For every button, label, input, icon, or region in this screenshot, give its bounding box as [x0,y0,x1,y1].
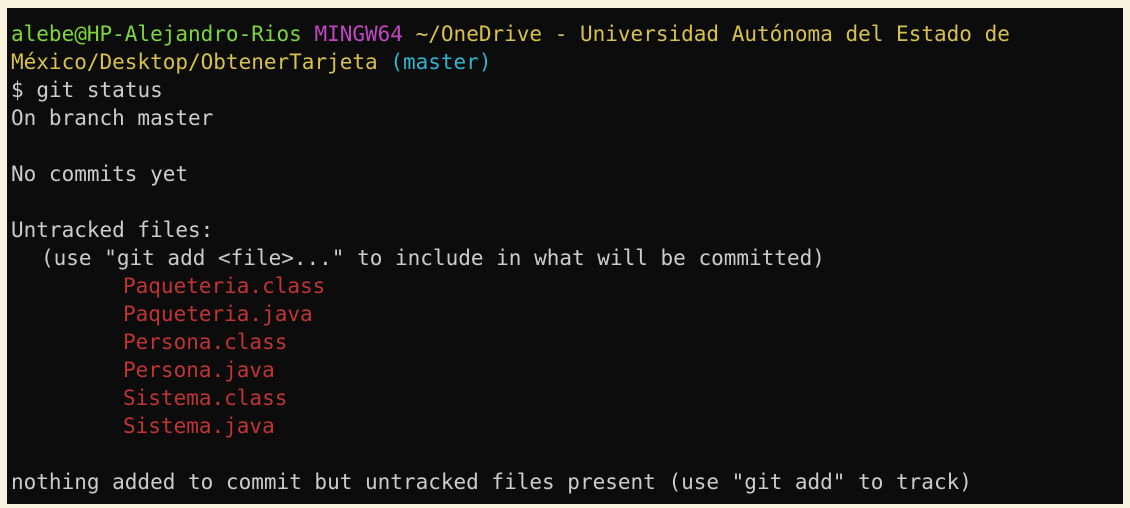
no-commits-text: No commits yet [11,162,189,186]
untracked-file: Persona.java [123,358,275,382]
prompt-shell: MINGW64 [314,22,403,46]
untracked-file: Paqueteria.class [123,274,326,298]
untracked-file: Sistema.java [123,414,275,438]
untracked-file: Persona.class [123,330,288,354]
prompt-symbol: $ [11,78,24,102]
untracked-header: Untracked files: [11,218,214,242]
terminal-window[interactable]: alebe@HP-Alejandro-Rios MINGW64 ~/OneDri… [7,8,1123,504]
prompt-user-host: alebe@HP-Alejandro-Rios [11,22,302,46]
prompt-branch: (master) [390,50,492,74]
prompt-path: ~/OneDrive - Universidad Autónoma del Es… [415,22,1010,46]
prompt-line: alebe@HP-Alejandro-Rios MINGW64 ~/OneDri… [11,20,1123,48]
prompt-line-2: México/Desktop/ObtenerTarjeta (master) [11,48,1123,76]
summary-text: nothing added to commit but untracked fi… [11,470,972,494]
prompt-path-continued: México/Desktop/ObtenerTarjeta [11,50,378,74]
command-text: git status [36,78,163,102]
on-branch-text: On branch master [11,106,214,130]
command-line: $ git status [11,76,1123,104]
untracked-file: Paqueteria.java [123,302,313,326]
untracked-file: Sistema.class [123,386,288,410]
untracked-hint: (use "git add <file>..." to include in w… [41,246,825,270]
